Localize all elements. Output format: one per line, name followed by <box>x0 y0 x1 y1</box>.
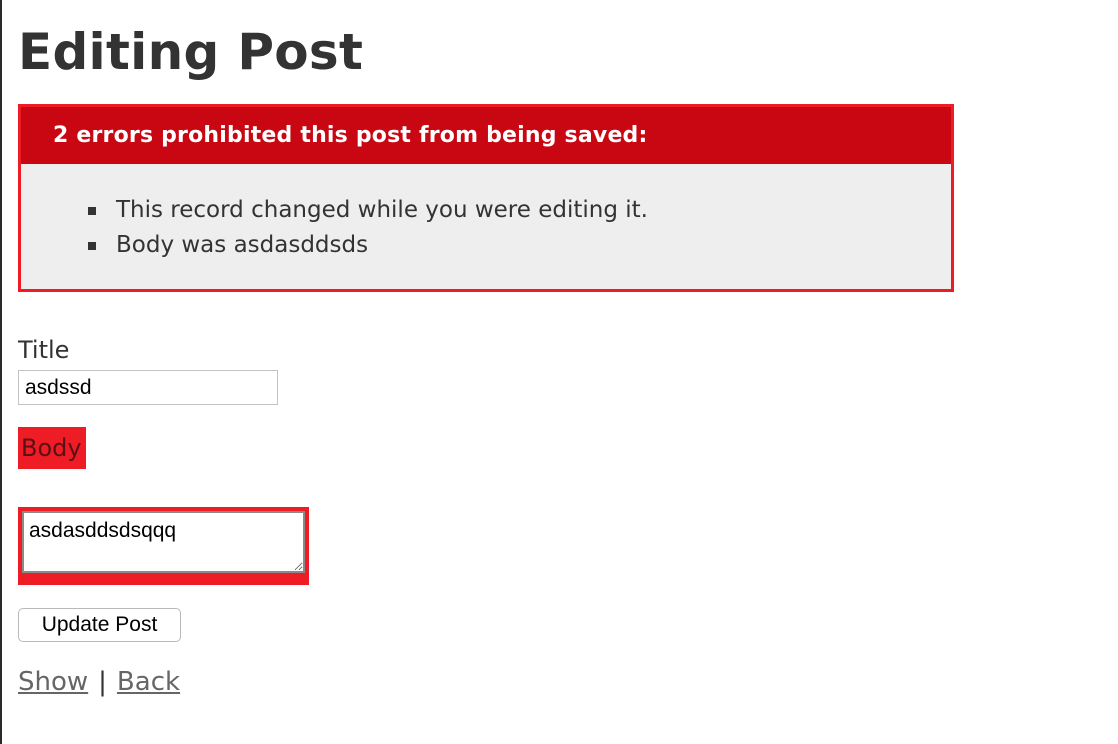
title-input[interactable] <box>18 370 278 405</box>
error-header: 2 errors prohibited this post from being… <box>21 107 951 164</box>
update-post-button[interactable]: Update Post <box>18 608 181 642</box>
show-link[interactable]: Show <box>18 667 88 697</box>
body-label: Body <box>18 427 86 469</box>
square-bullet-icon <box>88 242 96 250</box>
square-bullet-icon <box>88 207 96 215</box>
page-title: Editing Post <box>18 23 364 81</box>
field-with-errors: asdasddsdsqqq <box>18 507 309 585</box>
list-item: This record changed while you were editi… <box>85 193 648 228</box>
error-list: This record changed while you were editi… <box>85 193 648 263</box>
error-explanation: 2 errors prohibited this post from being… <box>18 104 954 292</box>
back-link[interactable]: Back <box>117 667 180 697</box>
body-textarea[interactable]: asdasddsdsqqq <box>22 511 305 573</box>
error-message: This record changed while you were editi… <box>116 197 648 223</box>
window-edge <box>0 0 2 744</box>
footer-links: Show | Back <box>18 665 180 699</box>
list-item: Body was asdasddsds <box>85 228 648 263</box>
title-label: Title <box>18 336 70 364</box>
error-message: Body was asdasddsds <box>116 232 369 258</box>
link-separator: | <box>98 667 107 697</box>
